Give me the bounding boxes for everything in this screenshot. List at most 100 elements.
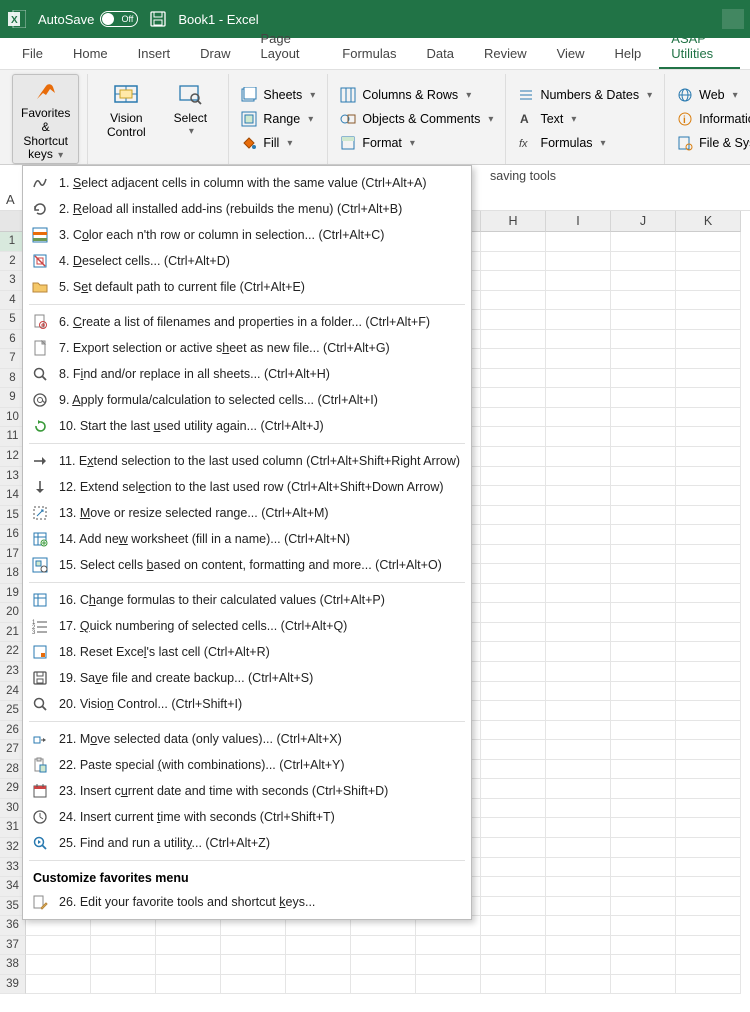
cell[interactable] <box>546 349 611 369</box>
cell[interactable] <box>481 818 546 838</box>
cell[interactable] <box>481 584 546 604</box>
cell[interactable] <box>481 291 546 311</box>
cell[interactable] <box>91 955 156 975</box>
cell[interactable] <box>546 858 611 878</box>
cell[interactable] <box>676 506 741 526</box>
cell[interactable] <box>546 564 611 584</box>
cell[interactable] <box>676 447 741 467</box>
menu-item[interactable]: 13. Move or resize selected range... (Ct… <box>23 500 471 526</box>
cell[interactable] <box>611 877 676 897</box>
cell[interactable] <box>546 506 611 526</box>
cell[interactable] <box>481 975 546 995</box>
cell[interactable] <box>481 271 546 291</box>
cell[interactable] <box>676 388 741 408</box>
column-header[interactable]: K <box>676 211 741 232</box>
cell[interactable] <box>156 975 221 995</box>
tab-insert[interactable]: Insert <box>126 40 183 69</box>
cell[interactable] <box>611 232 676 252</box>
menu-item[interactable]: 24. Insert current time with seconds (Ct… <box>23 804 471 830</box>
tab-draw[interactable]: Draw <box>188 40 242 69</box>
cell[interactable] <box>676 740 741 760</box>
cell[interactable] <box>611 642 676 662</box>
cell[interactable] <box>676 936 741 956</box>
cell[interactable] <box>611 721 676 741</box>
cell[interactable] <box>546 779 611 799</box>
tab-page-layout[interactable]: Page Layout <box>249 25 325 69</box>
cell[interactable] <box>481 740 546 760</box>
cell[interactable] <box>611 838 676 858</box>
cell[interactable] <box>676 291 741 311</box>
cell[interactable] <box>611 525 676 545</box>
cell[interactable] <box>611 779 676 799</box>
cell[interactable] <box>676 779 741 799</box>
tab-review[interactable]: Review <box>472 40 539 69</box>
cell[interactable] <box>481 330 546 350</box>
cell[interactable] <box>611 369 676 389</box>
cell[interactable] <box>676 760 741 780</box>
cell[interactable] <box>546 662 611 682</box>
select-button[interactable]: Select ▾ <box>160 74 220 164</box>
cell[interactable] <box>546 897 611 917</box>
cell[interactable] <box>351 975 416 995</box>
cell[interactable] <box>286 975 351 995</box>
menu-item[interactable]: 6. Create a list of filenames and proper… <box>23 309 471 335</box>
cell[interactable] <box>611 545 676 565</box>
cell[interactable] <box>351 955 416 975</box>
cell[interactable] <box>546 740 611 760</box>
cell[interactable] <box>481 936 546 956</box>
cell[interactable] <box>676 799 741 819</box>
cell[interactable] <box>546 252 611 272</box>
cell[interactable] <box>481 427 546 447</box>
cell[interactable] <box>611 388 676 408</box>
cell[interactable] <box>546 330 611 350</box>
tab-asap-utilities[interactable]: ASAP Utilities <box>659 25 740 69</box>
cell[interactable] <box>676 525 741 545</box>
menu-item[interactable]: 4. Deselect cells... (Ctrl+Alt+D) <box>23 248 471 274</box>
cell[interactable] <box>676 682 741 702</box>
cell[interactable] <box>676 310 741 330</box>
cell[interactable] <box>481 662 546 682</box>
cell[interactable] <box>546 623 611 643</box>
cell[interactable] <box>676 662 741 682</box>
cell[interactable] <box>221 955 286 975</box>
cell[interactable] <box>481 525 546 545</box>
cell[interactable] <box>481 897 546 917</box>
cell[interactable] <box>546 467 611 487</box>
cell[interactable] <box>611 506 676 526</box>
cell[interactable] <box>611 682 676 702</box>
cell[interactable] <box>676 252 741 272</box>
cell[interactable] <box>611 310 676 330</box>
cell[interactable] <box>676 467 741 487</box>
cell[interactable] <box>481 486 546 506</box>
cell[interactable] <box>611 936 676 956</box>
menu-item[interactable]: 18. Reset Excel's last cell (Ctrl+Alt+R) <box>23 639 471 665</box>
menu-item[interactable]: 26. Edit your favorite tools and shortcu… <box>23 889 471 915</box>
cell[interactable] <box>481 252 546 272</box>
cell[interactable] <box>676 408 741 428</box>
menu-item[interactable]: 11. Extend selection to the last used co… <box>23 448 471 474</box>
cell[interactable] <box>546 936 611 956</box>
cell[interactable] <box>546 701 611 721</box>
menu-item[interactable]: 9. Apply formula/calculation to selected… <box>23 387 471 413</box>
cell[interactable] <box>676 545 741 565</box>
cell[interactable] <box>676 642 741 662</box>
menu-item[interactable]: 14. Add new worksheet (fill in a name)..… <box>23 526 471 552</box>
menu-item[interactable]: 10. Start the last used utility again...… <box>23 413 471 439</box>
cell[interactable] <box>611 349 676 369</box>
cell[interactable] <box>481 310 546 330</box>
cell[interactable] <box>546 271 611 291</box>
cell[interactable] <box>676 232 741 252</box>
cell[interactable] <box>611 603 676 623</box>
cell[interactable] <box>481 545 546 565</box>
cell[interactable] <box>481 369 546 389</box>
cell[interactable] <box>286 955 351 975</box>
cell[interactable] <box>481 701 546 721</box>
cell[interactable] <box>611 486 676 506</box>
menu-item[interactable]: 16. Change formulas to their calculated … <box>23 587 471 613</box>
cell[interactable] <box>611 427 676 447</box>
tab-file[interactable]: File <box>10 40 55 69</box>
cell[interactable] <box>546 369 611 389</box>
cell[interactable] <box>676 975 741 995</box>
cell[interactable] <box>546 447 611 467</box>
cell[interactable] <box>546 584 611 604</box>
